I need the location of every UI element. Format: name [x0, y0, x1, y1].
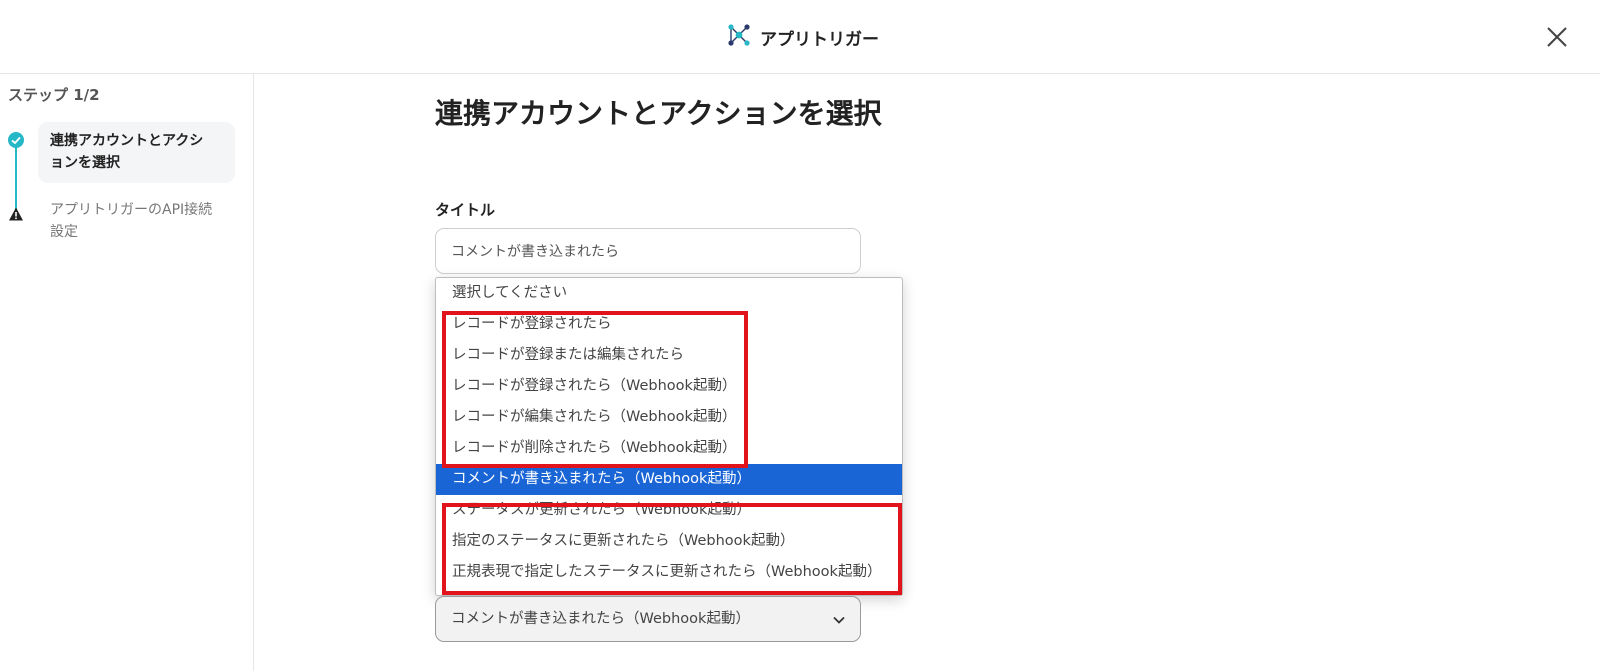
step-label-line: アプリトリガーのAPI接続	[50, 202, 213, 218]
dropdown-option[interactable]: レコードが登録または編集されたら	[436, 340, 902, 371]
warning-icon	[8, 206, 24, 222]
close-button[interactable]	[1538, 18, 1576, 56]
dropdown-option[interactable]: レコードが登録されたら	[436, 309, 902, 340]
check-icon	[8, 132, 24, 148]
close-icon	[1547, 27, 1567, 47]
chevron-down-icon	[832, 612, 846, 626]
action-dropdown-list: 選択してください レコードが登録されたら レコードが登録または編集されたら レコ…	[435, 277, 903, 596]
network-nodes-icon	[726, 22, 752, 53]
step-label-line: ョンを選択	[50, 155, 120, 171]
title-input[interactable]	[435, 228, 861, 274]
dropdown-option-selected[interactable]: コメントが書き込まれたら（Webhook起動）	[436, 464, 902, 495]
step-connector-line	[15, 144, 17, 210]
action-select[interactable]: コメントが書き込まれたら（Webhook起動）	[435, 596, 861, 642]
top-bar: アプリトリガー	[0, 0, 1600, 74]
dropdown-option[interactable]: 正規表現で指定したステータスに更新されたら（Webhook起動）	[436, 557, 902, 588]
dropdown-option[interactable]: ステータスが更新されたら（Webhook起動）	[436, 495, 902, 526]
dropdown-option[interactable]: 選択してください	[436, 278, 902, 309]
step-counter: ステップ 1/2	[8, 86, 100, 104]
step-label-line: 連携アカウントとアクシ	[50, 133, 204, 149]
page-title: 連携アカウントとアクションを選択	[435, 97, 882, 130]
sidebar-step-api-settings[interactable]: アプリトリガーのAPI接続 設定	[38, 199, 238, 243]
sidebar-step-select-account[interactable]: 連携アカウントとアクシ ョンを選択	[38, 122, 235, 183]
dropdown-option[interactable]: レコードが編集されたら（Webhook起動）	[436, 402, 902, 433]
step-label-line: 設定	[50, 224, 78, 240]
dropdown-option[interactable]: レコードが削除されたら（Webhook起動）	[436, 433, 902, 464]
title-field-label: タイトル	[435, 201, 496, 219]
step-sidebar: ステップ 1/2 連携アカウントとアクシ ョンを選択 アプリトリガーのAPI接続…	[0, 74, 254, 671]
app-title: アプリトリガー	[760, 29, 879, 50]
dropdown-option[interactable]: レコードが登録されたら（Webhook起動）	[436, 371, 902, 402]
dropdown-option[interactable]: 指定のステータスに更新されたら（Webhook起動）	[436, 526, 902, 557]
app-title-group: アプリトリガー	[726, 20, 879, 54]
